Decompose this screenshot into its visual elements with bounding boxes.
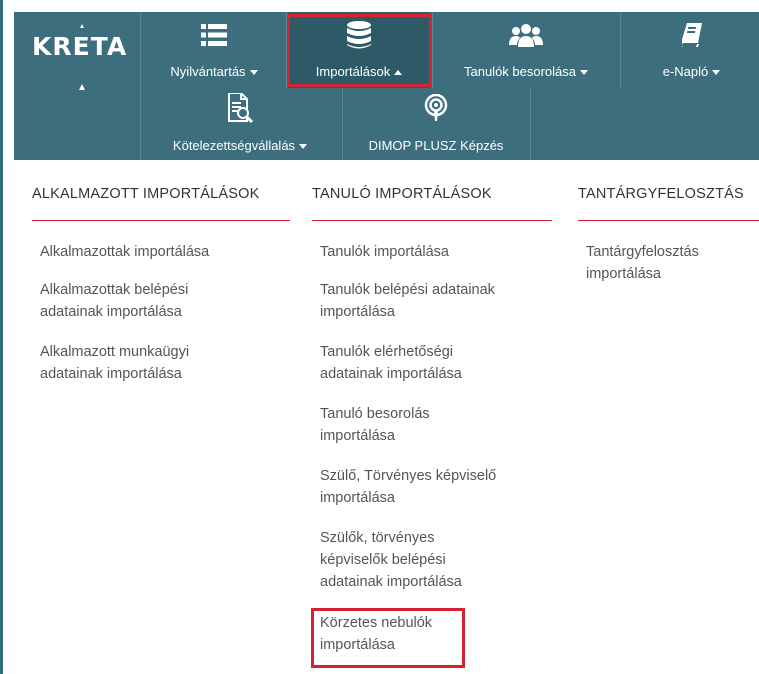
navbar-row-2: Kötelezettségvállalás DIMOP PLUSZ Képzés <box>14 88 759 160</box>
book-icon <box>624 22 759 48</box>
kreta-logo[interactable]: KRETA <box>14 12 140 90</box>
nav-separator <box>140 12 141 88</box>
nav-nyilvantartas-label: Nyilvántartás <box>170 64 246 79</box>
nav-separator <box>530 88 531 160</box>
heading-divider <box>312 220 552 221</box>
caret-down-icon <box>712 70 721 76</box>
list-icon <box>146 22 282 48</box>
column-tanulo-importalasok: TANULÓ IMPORTÁLÁSOK Tanulók importálása … <box>312 186 552 653</box>
podcast-icon <box>344 94 528 122</box>
column-tantargyfelosztas: TANTÁRGYFELOSZTÁS Tantárgyfelosztás impo… <box>578 186 759 282</box>
nav-kotelezettsegvallalas-label: Kötelezettségvállalás <box>172 138 296 153</box>
nav-separator <box>620 12 621 88</box>
caret-down-icon <box>580 70 589 76</box>
nav-separator <box>342 88 343 160</box>
link-tanulok-belepesi-adatainak-importalasa[interactable]: Tanulók belépési adatainak importálása <box>320 279 495 323</box>
column-heading: TANULÓ IMPORTÁLÁSOK <box>312 186 492 202</box>
caret-down-icon <box>249 70 258 76</box>
nav-e-naplo-label: e-Napló <box>662 64 709 79</box>
nav-tanulok-besorolasa-label: Tanulók besorolása <box>463 64 577 79</box>
logo-star-icon <box>79 24 85 90</box>
nav-e-naplo[interactable]: e-Napló <box>624 12 759 88</box>
column-alkalmazott-importalasok: ALKALMAZOTT IMPORTÁLÁSOK Alkalmazottak i… <box>32 186 292 382</box>
link-alkalmazottak-importalasa[interactable]: Alkalmazottak importálása <box>40 241 209 263</box>
left-edge-bar <box>0 0 3 674</box>
heading-divider <box>32 220 290 221</box>
column-heading: TANTÁRGYFELOSZTÁS <box>578 186 744 202</box>
highlight-importalasok <box>287 14 432 87</box>
link-tanulok-importalasa[interactable]: Tanulók importálása <box>320 241 449 263</box>
caret-down-icon <box>299 144 308 150</box>
link-tanulo-besorolas-importalasa[interactable]: Tanuló besorolás importálása <box>320 403 430 447</box>
link-szulok-torvenyes-kepviselok-belepesi-adatainak-importalasa[interactable]: Szülők, törvényes képviselők belépési ad… <box>320 527 462 593</box>
nav-dimop-plusz-kepzes[interactable]: DIMOP PLUSZ Képzés <box>344 88 528 160</box>
document-search-icon <box>142 93 338 123</box>
users-icon <box>434 22 618 48</box>
link-alkalmazott-munkaugyi-adatainak-importalasa[interactable]: Alkalmazott munkaügyi adatainak importál… <box>40 341 189 385</box>
nav-separator <box>432 12 433 88</box>
nav-separator <box>140 88 141 160</box>
link-tanulok-elerhetosegi-adatainak-importalasa[interactable]: Tanulók elérhetőségi adatainak importálá… <box>320 341 462 385</box>
highlight-korzetes-nebulok <box>311 608 465 668</box>
nav-tanulok-besorolasa[interactable]: Tanulók besorolása <box>434 12 618 88</box>
link-tantargyfelosztas-importalasa[interactable]: Tantárgyfelosztás importálása <box>586 241 699 285</box>
nav-nyilvantartas[interactable]: Nyilvántartás <box>146 12 282 88</box>
nav-dimop-plusz-kepzes-label: DIMOP PLUSZ Képzés <box>368 138 504 153</box>
column-heading: ALKALMAZOTT IMPORTÁLÁSOK <box>32 186 260 202</box>
heading-divider <box>578 220 759 221</box>
link-alkalmazottak-belepesi-adatainak-importalasa[interactable]: Alkalmazottak belépési adatainak importá… <box>40 279 188 323</box>
nav-kotelezettsegvallalas[interactable]: Kötelezettségvállalás <box>142 88 338 160</box>
link-szulo-torvenyes-kepviselo-importalasa[interactable]: Szülő, Törvényes képviselő importálása <box>320 465 496 509</box>
